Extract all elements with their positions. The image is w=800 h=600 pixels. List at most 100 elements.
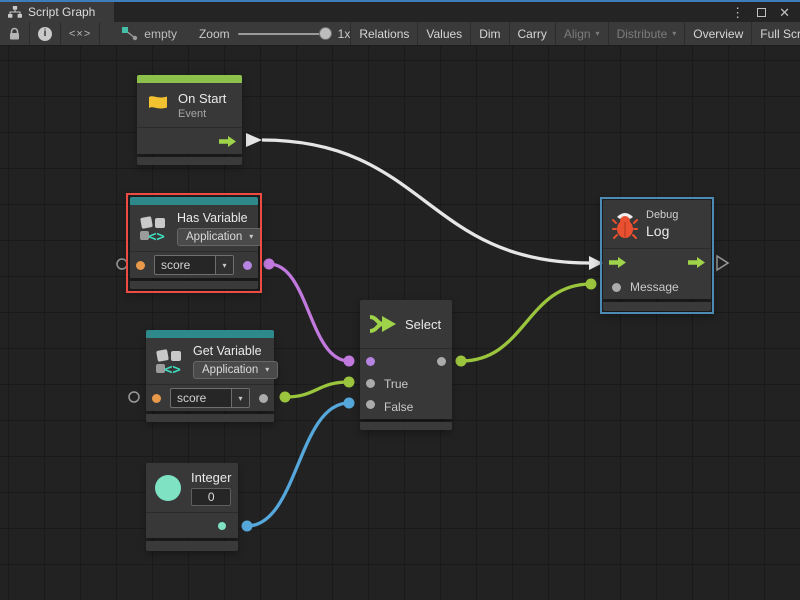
tab-script-graph[interactable]: Script Graph [0, 2, 114, 22]
carry-label: Carry [518, 27, 547, 41]
selection-output-port[interactable] [437, 357, 446, 366]
variable-name-dropdown-button[interactable]: ▾ [215, 256, 233, 274]
tab-title: Script Graph [28, 5, 95, 19]
node-select[interactable]: Select True False [360, 300, 452, 430]
flag-icon [146, 93, 170, 117]
message-input-port[interactable] [612, 283, 621, 292]
lock-button[interactable] [0, 22, 30, 45]
script-graph-window: Script Graph ⋮ ✕ i <×> [0, 0, 800, 600]
window-controls: ⋮ ✕ [731, 2, 800, 22]
align-label: Align [564, 27, 591, 41]
variable-accent-bar [130, 197, 258, 205]
chevron-down-icon: ▾ [672, 29, 676, 38]
window-focus-accent [0, 0, 800, 2]
carry-button[interactable]: Carry [509, 22, 555, 45]
node-footer [146, 541, 238, 551]
node-title: Select [405, 317, 441, 332]
node-footer [603, 302, 711, 311]
true-port-label: True [384, 377, 408, 391]
zoom-slider-handle[interactable] [319, 27, 332, 40]
variables-icon: <> [139, 214, 169, 242]
variable-name-field[interactable]: score ▾ [170, 388, 250, 408]
dim-button[interactable]: Dim [470, 22, 508, 45]
port-row-true: True [360, 373, 452, 394]
distribute-button: Distribute▾ [608, 22, 685, 45]
port-row [137, 127, 242, 154]
message-port-row: Message [603, 275, 711, 299]
zoom-label: Zoom [199, 27, 230, 41]
select-icon [369, 313, 397, 335]
overview-button[interactable]: Overview [684, 22, 751, 45]
variable-name-field[interactable]: score ▾ [154, 255, 234, 275]
full-screen-button[interactable]: Full Screen [751, 22, 800, 45]
chevron-down-icon: ▾ [238, 394, 242, 403]
integer-output-port[interactable] [218, 522, 226, 530]
graph-toolbar: i <×> empty Zoom 1x Relations Values [0, 22, 800, 46]
info-icon: i [38, 27, 52, 41]
selection-status: empty [100, 27, 191, 41]
false-port-label: False [384, 400, 413, 414]
node-header: <> Has Variable Application ▾ [130, 205, 258, 251]
name-input-port[interactable] [152, 394, 161, 403]
values-button[interactable]: Values [417, 22, 470, 45]
message-port-label: Message [630, 280, 679, 294]
value-output-port[interactable] [259, 394, 268, 403]
code-preview-label: <×> [69, 28, 91, 40]
graph-icon [8, 6, 22, 18]
close-icon[interactable]: ✕ [779, 6, 790, 19]
node-has-variable[interactable]: <> Has Variable Application ▾ score ▾ [130, 197, 258, 289]
trigger-input-port[interactable] [609, 257, 626, 268]
result-output-port[interactable] [243, 261, 252, 270]
node-integer[interactable]: Integer 0 [146, 463, 238, 551]
chevron-down-icon: ▾ [265, 365, 269, 374]
variable-name-dropdown-button[interactable]: ▾ [231, 389, 249, 407]
trigger-output-port[interactable] [688, 257, 705, 268]
condition-input-port[interactable] [366, 357, 375, 366]
full-screen-label: Full Screen [760, 27, 800, 41]
variables-icon: <> [155, 347, 185, 375]
false-input-port[interactable] [366, 400, 375, 409]
node-header: On Start Event [137, 83, 242, 127]
trigger-port-row [603, 248, 711, 275]
align-button: Align ▾ [555, 22, 608, 45]
scope-dropdown[interactable]: Application ▾ [193, 361, 278, 379]
scope-value: Application [202, 364, 258, 376]
dim-label: Dim [479, 27, 500, 41]
chevron-down-icon: ▾ [596, 29, 600, 38]
svg-text:<>: <> [164, 362, 181, 375]
variable-accent-bar [146, 330, 274, 338]
node-footer [130, 281, 258, 289]
port-row [146, 512, 238, 538]
bug-icon [612, 209, 638, 239]
chevron-down-icon: ▾ [222, 261, 226, 270]
zoom-slider-track[interactable] [238, 33, 330, 35]
node-debug-log[interactable]: Debug Log Message [603, 200, 711, 311]
code-preview-button[interactable]: <×> [61, 22, 100, 45]
node-footer [146, 414, 274, 422]
maximize-icon[interactable] [757, 8, 766, 17]
name-input-port[interactable] [136, 261, 145, 270]
port-row: score ▾ [146, 384, 274, 411]
svg-text:<>: <> [148, 229, 165, 242]
chevron-down-icon: ▾ [249, 232, 253, 241]
node-subtitle: Event [178, 108, 226, 120]
integer-value-field[interactable]: 0 [191, 488, 231, 506]
node-title: Integer [191, 470, 231, 485]
node-get-variable[interactable]: <> Get Variable Application ▾ score ▾ [146, 330, 274, 422]
node-on-start[interactable]: On Start Event [137, 75, 242, 165]
inspect-button[interactable]: i [30, 22, 61, 45]
node-title: Get Variable [193, 344, 278, 358]
node-header: Integer 0 [146, 463, 238, 512]
relations-button[interactable]: Relations [350, 22, 417, 45]
scope-dropdown[interactable]: Application ▾ [177, 228, 262, 246]
window-menu-button[interactable]: ⋮ [731, 6, 744, 19]
node-overtitle: Debug [646, 209, 678, 221]
trigger-output-port[interactable] [219, 136, 236, 147]
zoom-value: 1x [338, 27, 351, 41]
node-header: <> Get Variable Application ▾ [146, 338, 274, 384]
node-header: Debug Log [603, 200, 711, 248]
true-input-port[interactable] [366, 379, 375, 388]
node-title: On Start [178, 91, 226, 106]
lock-icon [8, 27, 21, 41]
integer-circle-icon [155, 475, 181, 501]
